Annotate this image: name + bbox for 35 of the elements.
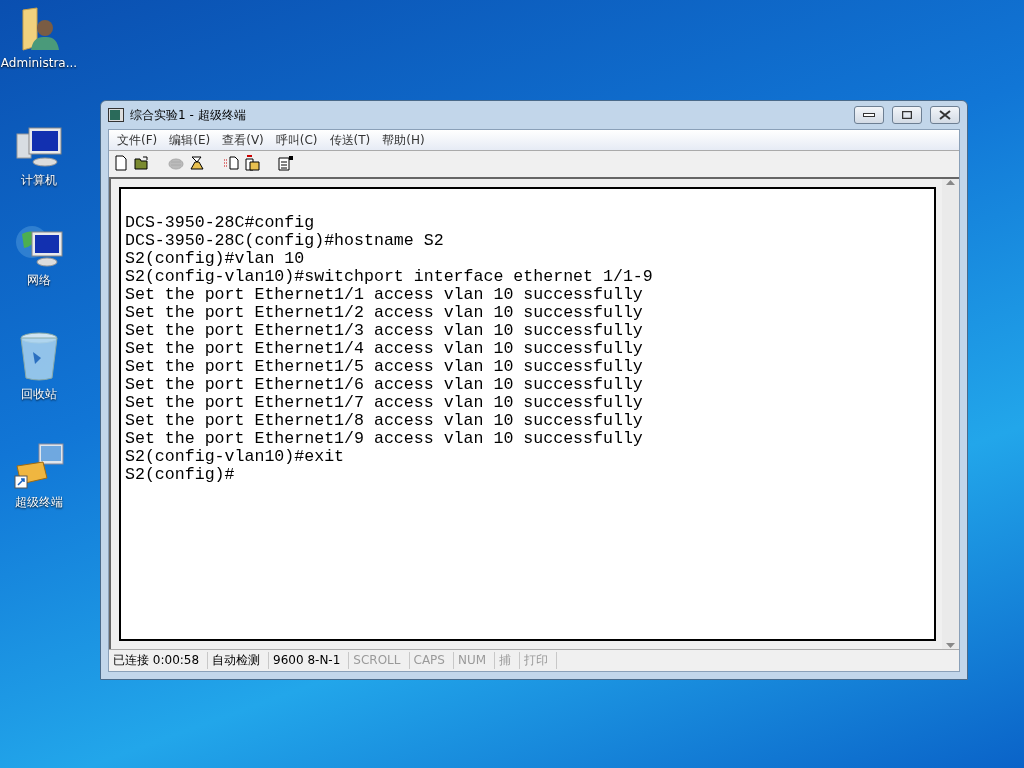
terminal-line: S2(config)# (125, 466, 236, 484)
terminal-line: S2(config)#vlan 10 (125, 250, 306, 268)
desktop-icon-label[interactable]: 计算机 (21, 172, 57, 189)
menu-item[interactable]: 传送(T) (323, 131, 377, 149)
terminal-line: Set the port Ethernet1/6 access vlan 10 successfully (125, 376, 644, 394)
desktop-icon-label[interactable]: 回收站 (21, 386, 57, 403)
menu-item[interactable]: 帮助(H) (376, 131, 431, 149)
terminal-line: S2(config-vlan10)#exit (125, 448, 346, 466)
terminal-line: Set the port Ethernet1/4 access vlan 10 successfully (125, 340, 644, 358)
menu-item[interactable]: 编辑(E) (163, 131, 217, 149)
terminal-line: Set the port Ethernet1/1 access vlan 10 successfully (125, 286, 644, 304)
desktop-icon-label[interactable]: 网络 (27, 272, 51, 289)
terminal-line: Set the port Ethernet1/7 access vlan 10 successfully (125, 394, 644, 412)
desktop-icon-label[interactable]: 超级终端 (15, 494, 63, 511)
terminal-line: DCS-3950-28C#config (125, 214, 316, 232)
status-field: 已连接 0:00:58 (109, 652, 209, 669)
terminal-line: Set the port Ethernet1/3 access vlan 10 successfully (125, 322, 644, 340)
menu-item[interactable]: 呼叫(C) (269, 131, 324, 149)
status-field: 打印 (520, 652, 558, 669)
menu-item[interactable]: 查看(V) (216, 131, 270, 149)
status-field: NUM (453, 652, 496, 669)
desktop-icon-label[interactable]: Administra... (0, 56, 78, 70)
status-field: 9600 8-N-1 (269, 652, 350, 669)
terminal-line: Set the port Ethernet1/2 access vlan 10 successfully (125, 304, 644, 322)
terminal-line: Set the port Ethernet1/5 access vlan 10 successfully (125, 358, 644, 376)
window-title: 综合实验1 - 超级终端 (130, 106, 246, 124)
terminal-line: Set the port Ethernet1/9 access vlan 10 successfully (125, 430, 644, 448)
terminal-line: DCS-3950-28C(config)#hostname S2 (125, 232, 445, 250)
status-field: 自动检测 (208, 652, 270, 669)
status-field: SCROLL (349, 652, 410, 669)
status-field: 捕 (495, 652, 521, 669)
status-field: CAPS (409, 652, 454, 669)
menu-item[interactable]: 文件(F) (111, 131, 164, 149)
terminal-line: Set the port Ethernet1/8 access vlan 10 successfully (125, 412, 644, 430)
terminal-line: S2(config-vlan10)#switchport interface ethernet 1/1-9 (125, 268, 654, 286)
